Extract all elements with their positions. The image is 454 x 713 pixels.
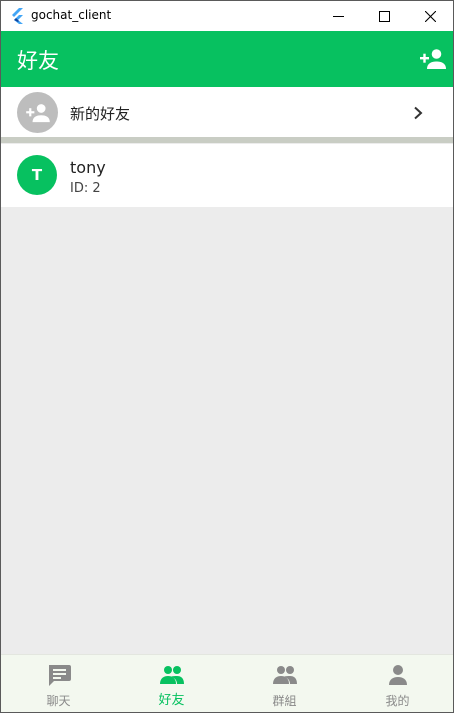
nav-item-groups[interactable]: 群組	[228, 655, 341, 712]
app-bar: 好友	[1, 31, 453, 87]
group-icon	[273, 666, 297, 684]
nav-item-me[interactable]: 我的	[341, 655, 453, 712]
minimize-icon	[332, 15, 344, 17]
add-person-icon	[25, 103, 50, 122]
nav-item-chat[interactable]: 聊天	[2, 655, 115, 712]
minimize-button[interactable]	[315, 1, 361, 31]
flutter-logo-icon	[12, 8, 23, 24]
section-divider	[1, 137, 453, 143]
new-friend-row[interactable]: 新的好友	[1, 87, 453, 139]
friend-name: tony	[70, 158, 106, 177]
friend-list-item[interactable]: T tony ID: 2	[1, 144, 453, 207]
friend-id: ID: 2	[70, 181, 101, 196]
page-title: 好友	[17, 49, 59, 73]
nav-label-me: 我的	[385, 694, 410, 708]
close-icon	[424, 10, 436, 22]
maximize-icon	[378, 10, 390, 22]
window-title: gochat_client	[31, 8, 112, 22]
nav-item-friends[interactable]: 好友	[115, 655, 228, 712]
person-icon	[389, 665, 407, 685]
title-bar: gochat_client	[1, 1, 453, 31]
new-friend-avatar	[17, 92, 58, 133]
bottom-nav: 聊天 好友 群組 我的	[1, 654, 453, 712]
app-window: gochat_client 好友 新的好友 T tony ID: 2 聊天 好友…	[0, 0, 454, 713]
chat-icon	[49, 665, 71, 686]
close-button[interactable]	[407, 1, 453, 31]
chevron-right-icon	[414, 106, 423, 120]
new-friend-label: 新的好友	[70, 105, 131, 123]
add-friend-icon[interactable]	[420, 48, 446, 70]
people-icon	[160, 666, 184, 684]
nav-label-chat: 聊天	[46, 694, 71, 708]
friend-avatar: T	[17, 155, 57, 195]
nav-label-friends: 好友	[158, 693, 185, 708]
nav-label-groups: 群組	[272, 694, 297, 708]
maximize-button[interactable]	[361, 1, 407, 31]
